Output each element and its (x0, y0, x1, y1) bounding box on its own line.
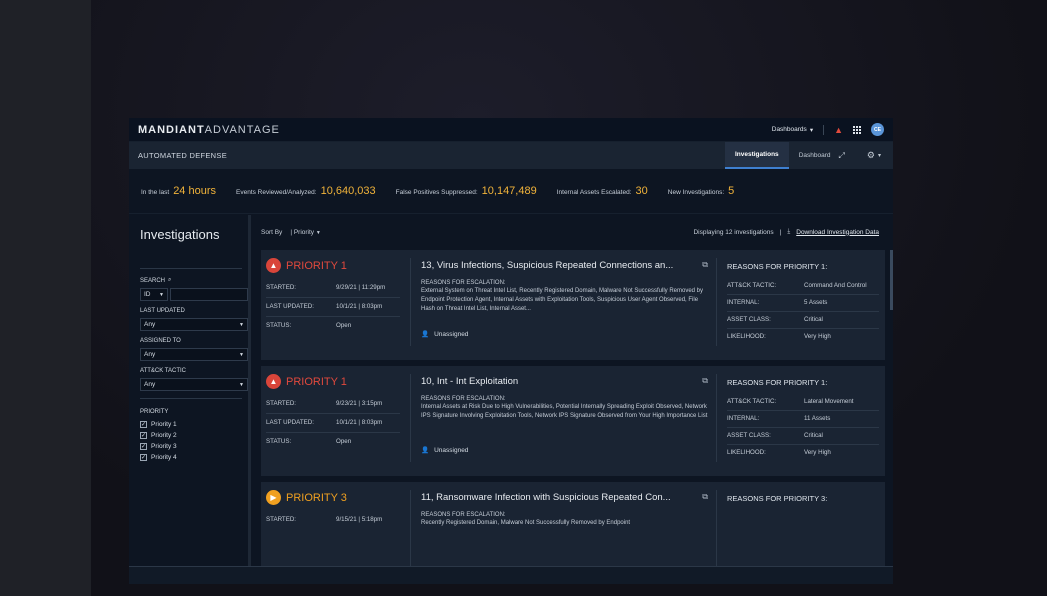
list-header: Sort By | Priority ▼ Displaying 12 inves… (261, 215, 893, 249)
add-user-icon: 👤 (421, 331, 430, 338)
priority-reasons-title: REASONS FOR PRIORITY 1: (727, 378, 828, 387)
tab-dashboard[interactable]: Dashboard ⤢ (789, 142, 855, 169)
search-input[interactable] (170, 288, 248, 301)
stat-new-investigations: New Investigations: 5 (667, 185, 735, 197)
priority-right-icon: ▶ (266, 490, 281, 505)
divider: | (779, 228, 782, 236)
chevron-down-icon: ▾ (877, 153, 881, 159)
chevron-down-icon: ▼ (315, 229, 321, 236)
download-icon[interactable]: ⤓ (787, 228, 790, 236)
priority-2-checkbox[interactable]: ✓ Priority 2 (140, 432, 248, 439)
stat-false-positives: False Positives Suppressed: 10,147,489 (395, 185, 537, 197)
sub-bar: AUTOMATED DEFENSE Investigations Dashboa… (129, 142, 893, 169)
investigation-title[interactable]: 10, Int - Int Exploitation (421, 376, 708, 387)
assigned-to-select[interactable]: Any ▼ (140, 348, 248, 361)
priority-label: PRIORITY (140, 409, 169, 415)
search-label: SEARCH ⌕ (140, 277, 172, 284)
settings-menu[interactable]: ⚙ ▾ (855, 142, 893, 169)
priority-4-checkbox[interactable]: ✓ Priority 4 (140, 454, 248, 461)
priority-up-icon: ▲ (266, 374, 281, 389)
investigation-card[interactable]: ▲ PRIORITY 1 STARTED: 9/23/21 | 3:15pm LAS… (261, 366, 885, 476)
flame-icon[interactable]: ▲ (834, 125, 843, 135)
priority-3-checkbox[interactable]: ✓ Priority 3 (140, 443, 248, 450)
attack-tactic-select[interactable]: Any ▼ (140, 378, 248, 391)
status-badge: Open (336, 322, 352, 329)
gear-icon: ⚙ (866, 150, 875, 160)
last-updated-select[interactable]: Any ▼ (140, 318, 248, 331)
display-count: Displaying 12 investigations (693, 228, 774, 236)
checkmark-icon: ✓ (140, 421, 147, 428)
avatar[interactable]: CE (871, 123, 884, 136)
apps-grid-icon[interactable] (853, 125, 861, 134)
investigation-title[interactable]: 13, Virus Infections, Suspicious Repeate… (421, 260, 708, 271)
divider (140, 398, 242, 399)
stat-time-range: In the last 24 hours (141, 185, 216, 197)
bottom-bar (129, 566, 893, 584)
download-link[interactable]: Download Investigation Data (796, 229, 879, 236)
sort-label: Sort By (261, 228, 283, 236)
chevron-down-icon: ▼ (239, 321, 244, 328)
escalation-reasons: External System on Threat Intel List, Re… (421, 288, 704, 312)
priority-reasons-title: REASONS FOR PRIORITY 3: (727, 494, 828, 503)
app-window: MANDIANTADVANTAGE Dashboards ▾ ▲ CE AUTOM… (129, 118, 893, 584)
sidebar-title: Investigations (140, 227, 220, 242)
escalation-reasons: Internal Assets at Risk Due to High Vuln… (421, 404, 708, 419)
filter-sidebar: Investigations SEARCH ⌕ ID ▼ LAST UPDATED … (129, 215, 251, 584)
stat-assets-escalated: Internal Assets Escalated: 30 (556, 185, 648, 197)
chevron-down-icon: ▼ (239, 381, 244, 388)
investigation-list: Sort By | Priority ▼ Displaying 12 inves… (251, 215, 893, 584)
product-title: AUTOMATED DEFENSE (138, 151, 227, 160)
priority-label: PRIORITY 1 (286, 375, 347, 388)
scrollbar[interactable] (890, 250, 893, 310)
search-icon: ⌕ (168, 277, 172, 283)
dashboards-dropdown[interactable]: Dashboards ▾ (772, 126, 813, 134)
attack-tactic-label: ATT&CK TACTIC (140, 368, 187, 374)
checkmark-icon: ✓ (140, 432, 147, 439)
stats-bar: In the last 24 hours Events Reviewed/Anal… (129, 169, 893, 214)
priority-1-checkbox[interactable]: ✓ Priority 1 (140, 421, 248, 428)
divider (823, 124, 825, 135)
status-badge: Open (336, 438, 352, 445)
external-link-icon[interactable]: ⧉ (702, 492, 708, 502)
external-link-icon[interactable]: ⧉ (702, 260, 708, 270)
assign-button[interactable]: 👤 Unassigned (421, 446, 708, 455)
escalation-reasons: Recently Registered Domain, Malware Not … (421, 520, 631, 526)
checkmark-icon: ✓ (140, 443, 147, 450)
sort-select[interactable]: | Priority ▼ (290, 229, 321, 236)
divider (140, 268, 242, 269)
tab-investigations[interactable]: Investigations (724, 142, 789, 169)
priority-label: PRIORITY 3 (286, 491, 347, 504)
add-user-icon: 👤 (421, 447, 430, 454)
priority-label: PRIORITY 1 (286, 259, 347, 272)
search-field-select[interactable]: ID ▼ (140, 288, 168, 301)
priority-reasons-title: REASONS FOR PRIORITY 1: (727, 262, 828, 271)
investigation-card[interactable]: ▲ PRIORITY 1 STARTED: 9/29/21 | 11:29pm LA… (261, 250, 885, 360)
chevron-down-icon: ▼ (239, 351, 244, 358)
expand-icon[interactable]: ⤢ (839, 151, 845, 161)
last-updated-label: LAST UPDATED (140, 308, 185, 314)
investigation-title[interactable]: 11, Ransomware Infection with Suspicious… (421, 492, 708, 503)
background-left-panel (0, 0, 91, 596)
chevron-down-icon: ▾ (809, 126, 814, 134)
top-bar: MANDIANTADVANTAGE Dashboards ▾ ▲ CE (129, 118, 893, 142)
assign-button[interactable]: 👤 Unassigned (421, 330, 708, 339)
assigned-to-label: ASSIGNED TO (140, 338, 181, 344)
priority-up-icon: ▲ (266, 258, 281, 273)
stat-events: Events Reviewed/Analyzed: 10,640,033 (236, 185, 376, 197)
checkmark-icon: ✓ (140, 454, 147, 461)
chevron-down-icon: ▼ (159, 291, 164, 298)
brand-logo[interactable]: MANDIANTADVANTAGE (138, 124, 280, 136)
external-link-icon[interactable]: ⧉ (702, 376, 708, 386)
